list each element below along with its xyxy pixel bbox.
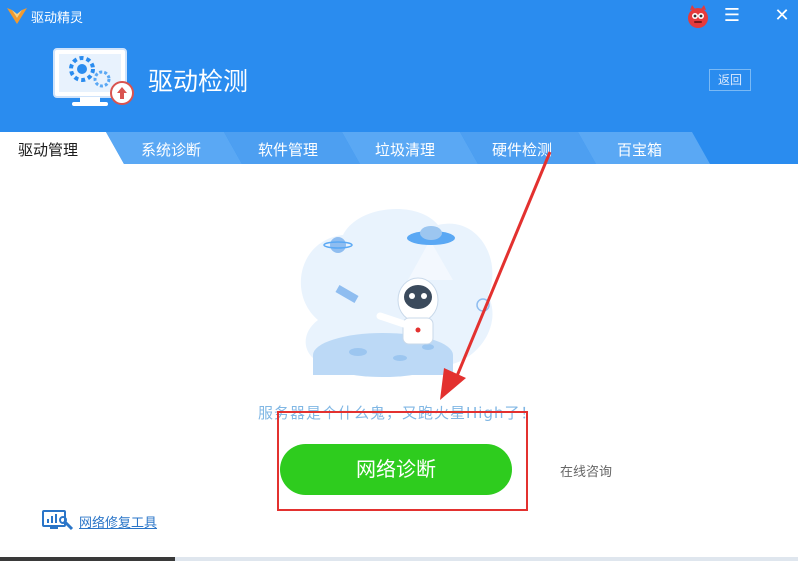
- network-repair-tool-link[interactable]: 网络修复工具: [79, 512, 157, 531]
- tab-system-diagnosis[interactable]: 系统诊断: [141, 139, 201, 160]
- annotation-highlight-box: [277, 411, 528, 511]
- app-name: 驱动精灵: [31, 11, 84, 26]
- tab-junk-cleanup[interactable]: 垃圾清理: [375, 139, 435, 160]
- back-button[interactable]: 返回: [709, 69, 751, 91]
- tab-software-management[interactable]: 软件管理: [258, 139, 318, 160]
- page-title: 驱动检测: [148, 67, 249, 96]
- bottom-divider-dark: [0, 557, 175, 561]
- online-consult-link[interactable]: 在线咨询: [560, 461, 612, 480]
- driver-monitor-icon: [53, 48, 134, 106]
- tab-hardware-detection[interactable]: 硬件检测: [492, 139, 552, 160]
- mascot-icon[interactable]: [686, 4, 710, 30]
- close-icon[interactable]: ✕: [770, 4, 794, 28]
- tab-driver-management[interactable]: 驱动管理: [18, 139, 78, 160]
- astronaut-illustration: [300, 208, 493, 377]
- tab-toolbox[interactable]: 百宝箱: [617, 139, 662, 160]
- menu-icon[interactable]: ☰: [720, 4, 744, 28]
- network-repair-icon[interactable]: [42, 509, 74, 531]
- app-logo-icon: [7, 8, 27, 24]
